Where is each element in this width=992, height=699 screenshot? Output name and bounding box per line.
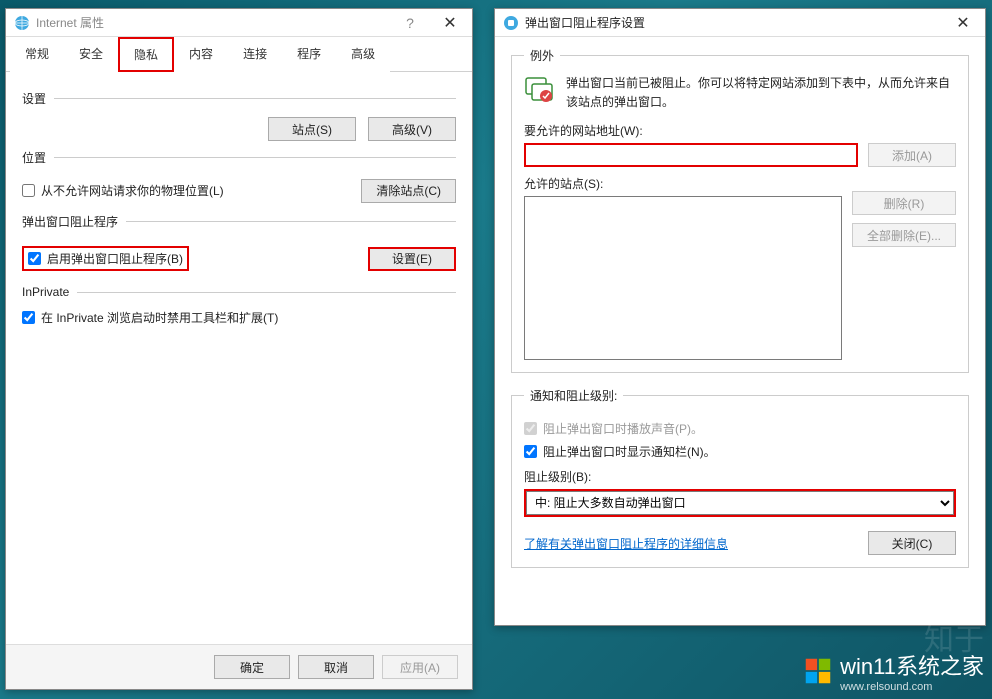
notify-group: 通知和阻止级别: 阻止弹出窗口时播放声音(P)。 阻止弹出窗口时显示通知栏(N)… [511,387,969,568]
inprivate-checkbox[interactable] [22,311,35,324]
tab-content[interactable]: 内容 [174,37,228,72]
notifybar-checkbox[interactable] [524,445,537,458]
watermark-url: www.relsound.com [840,681,984,693]
notify-legend: 通知和阻止级别: [524,387,623,404]
sites-button[interactable]: 站点(S) [268,117,356,141]
windows-logo-icon [804,657,832,685]
popup-group-label: 弹出窗口阻止程序 [22,213,456,230]
cancel-button[interactable]: 取消 [298,655,374,679]
clear-sites-button[interactable]: 清除站点(C) [361,179,456,203]
popup-info-icon [524,74,556,106]
address-label: 要允许的网站地址(W): [524,122,956,139]
settings-icon [503,15,519,31]
close-button[interactable]: ✕ [943,13,983,33]
popup-blocker-settings-window: 弹出窗口阻止程序设置 ✕ 例外 弹出窗口当前已被阻止。你可以将特定网站添加到下表… [494,8,986,626]
learn-more-link[interactable]: 了解有关弹出窗口阻止程序的详细信息 [524,535,728,552]
tab-general[interactable]: 常规 [10,37,64,72]
popup-blocker-checkbox[interactable] [28,252,41,265]
dialog-body: 例外 弹出窗口当前已被阻止。你可以将特定网站添加到下表中，从而允许来自该站点的弹… [495,37,985,625]
tabs-bar: 常规 安全 隐私 内容 连接 程序 高级 [6,37,472,72]
watermark-branding: win11系统之家 www.relsound.com [804,649,984,693]
popup-label-text: 弹出窗口阻止程序 [22,213,118,230]
titlebar[interactable]: 弹出窗口阻止程序设置 ✕ [495,9,985,37]
titlebar[interactable]: Internet 属性 ? ✕ [6,9,472,37]
tab-programs[interactable]: 程序 [282,37,336,72]
tab-advanced[interactable]: 高级 [336,37,390,72]
tab-body: 设置 站点(S) 高级(V) 位置 从不允许网站请求你的物理位置(L) 清除站点… [6,72,472,644]
dialog-footer: 确定 取消 应用(A) [6,644,472,689]
notifybar-checkbox-label[interactable]: 阻止弹出窗口时显示通知栏(N)。 [543,443,716,460]
tab-privacy[interactable]: 隐私 [118,37,174,72]
remove-all-button[interactable]: 全部删除(E)... [852,223,956,247]
exceptions-group: 例外 弹出窗口当前已被阻止。你可以将特定网站添加到下表中，从而允许来自该站点的弹… [511,47,969,373]
remove-button[interactable]: 删除(R) [852,191,956,215]
location-group-label: 位置 [22,149,456,166]
popup-settings-button[interactable]: 设置(E) [368,247,456,271]
location-checkbox[interactable] [22,184,35,197]
settings-label-text: 设置 [22,90,46,107]
watermark-site: win11系统之家 [840,649,984,681]
tab-connections[interactable]: 连接 [228,37,282,72]
tab-security[interactable]: 安全 [64,37,118,72]
exceptions-description: 弹出窗口当前已被阻止。你可以将特定网站添加到下表中，从而允许来自该站点的弹出窗口… [566,74,956,112]
inprivate-group-label: InPrivate [22,285,456,299]
help-button[interactable]: ? [390,15,430,31]
exceptions-legend: 例外 [524,47,560,64]
inprivate-checkbox-label[interactable]: 在 InPrivate 浏览启动时禁用工具栏和扩展(T) [41,309,278,326]
popup-blocker-checkbox-label[interactable]: 启用弹出窗口阻止程序(B) [47,250,183,267]
block-level-select[interactable]: 中: 阻止大多数自动弹出窗口 [526,491,954,515]
sound-checkbox [524,422,537,435]
block-level-label: 阻止级别(B): [524,468,956,485]
website-address-input[interactable] [524,143,858,167]
window-title: 弹出窗口阻止程序设置 [525,14,943,31]
close-dialog-button[interactable]: 关闭(C) [868,531,956,555]
internet-icon [14,15,30,31]
ok-button[interactable]: 确定 [214,655,290,679]
sound-checkbox-label: 阻止弹出窗口时播放声音(P)。 [543,420,703,437]
window-title: Internet 属性 [36,14,390,31]
inprivate-label-text: InPrivate [22,285,69,299]
location-label-text: 位置 [22,149,46,166]
allowed-sites-listbox[interactable] [524,196,842,360]
close-button[interactable]: ✕ [430,13,470,33]
add-button[interactable]: 添加(A) [868,143,956,167]
location-checkbox-label[interactable]: 从不允许网站请求你的物理位置(L) [41,182,224,199]
allowed-sites-label: 允许的站点(S): [524,175,842,192]
advanced-button[interactable]: 高级(V) [368,117,456,141]
internet-properties-window: Internet 属性 ? ✕ 常规 安全 隐私 内容 连接 程序 高级 设置 … [5,8,473,690]
settings-group-label: 设置 [22,90,456,107]
apply-button[interactable]: 应用(A) [382,655,458,679]
